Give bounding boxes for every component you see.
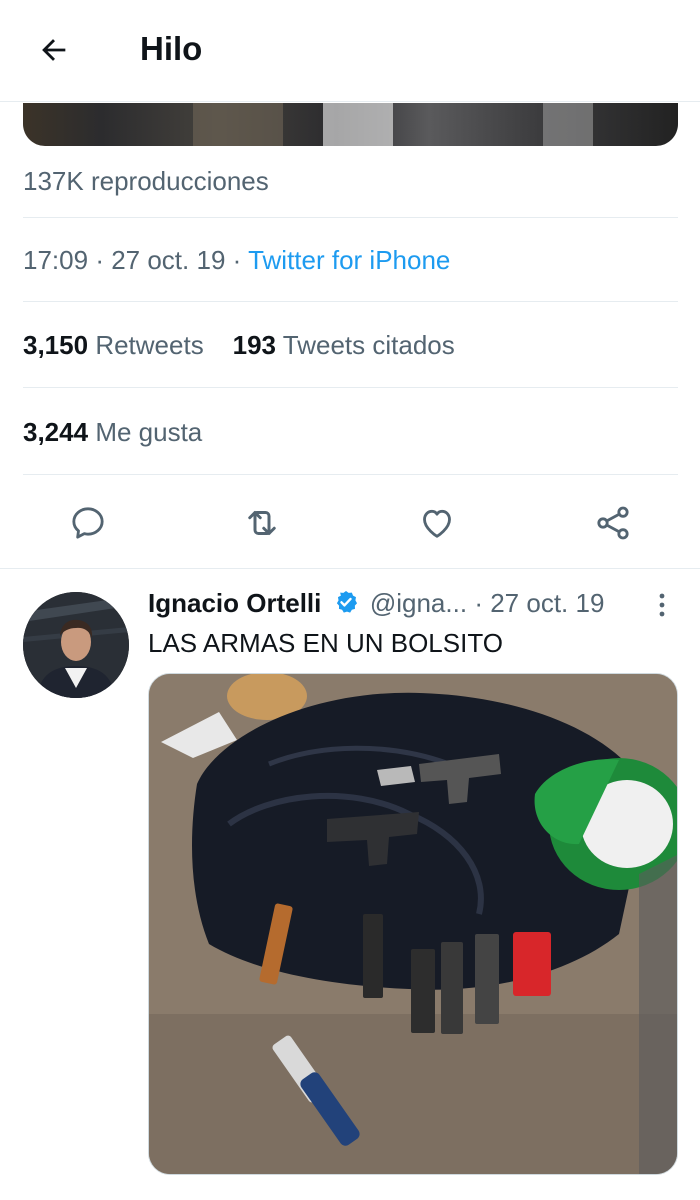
top-app-bar: Hilo	[0, 0, 700, 102]
tweet-media-image[interactable]	[23, 103, 678, 146]
likes-label: Me gusta	[95, 417, 203, 447]
likes-stat[interactable]: 3,244 Me gusta	[23, 417, 202, 448]
retweet-button[interactable]	[238, 499, 286, 547]
tweet-date[interactable]: 27 oct. 19	[111, 245, 225, 275]
share-icon	[597, 506, 629, 540]
quotes-label: Tweets citados	[282, 330, 455, 360]
photo-image	[149, 674, 677, 1174]
reply-tweet-photo[interactable]	[148, 673, 678, 1175]
tweet-action-bar	[0, 475, 700, 569]
views-label: reproducciones	[90, 166, 269, 196]
tweet-metadata: 17:09 · 27 oct. 19 · Twitter for iPhone	[23, 245, 451, 275]
views-number: 137K	[23, 166, 84, 196]
tweet-time[interactable]: 17:09	[23, 245, 88, 275]
share-button[interactable]	[589, 499, 637, 547]
more-options-button[interactable]	[650, 590, 674, 620]
tweet-source-link[interactable]: Twitter for iPhone	[248, 245, 450, 275]
back-button[interactable]	[30, 28, 78, 72]
retweets-number: 3,150	[23, 330, 89, 360]
divider	[23, 301, 678, 302]
reply-button[interactable]	[64, 499, 112, 547]
quotes-number: 193	[232, 330, 276, 360]
views-count: 137K reproducciones	[23, 166, 269, 197]
divider	[23, 217, 678, 218]
next-action-bar-peek	[148, 1188, 678, 1200]
page-title: Hilo	[140, 30, 203, 67]
reply-icon	[72, 507, 104, 539]
author-name[interactable]: Ignacio Ortelli	[148, 588, 321, 618]
reply-author-line: Ignacio Ortelli @igna... · 27 oct. 19	[148, 588, 604, 619]
arrow-left-icon	[42, 39, 66, 61]
reply-date[interactable]: 27 oct. 19	[490, 588, 604, 618]
avatar[interactable]	[23, 592, 129, 698]
retweets-label: Retweets	[95, 330, 204, 360]
engagement-stats: 3,150 Retweets 193 Tweets citados	[23, 330, 455, 361]
likes-number: 3,244	[23, 417, 89, 447]
retweet-icon	[248, 511, 276, 535]
divider	[23, 387, 678, 388]
author-handle[interactable]: @igna...	[370, 588, 467, 618]
verified-badge-icon	[336, 590, 357, 613]
heart-icon	[423, 509, 451, 538]
retweets-stat[interactable]: 3,150 Retweets	[23, 330, 204, 360]
reply-tweet-text: LAS ARMAS EN UN BOLSITO	[148, 628, 503, 658]
like-button[interactable]	[413, 499, 461, 547]
separator-dot: ·	[474, 588, 483, 618]
more-vertical-icon	[659, 593, 665, 617]
avatar-image	[23, 592, 129, 698]
quotes-stat[interactable]: 193 Tweets citados	[233, 330, 455, 360]
section-divider	[0, 568, 700, 569]
